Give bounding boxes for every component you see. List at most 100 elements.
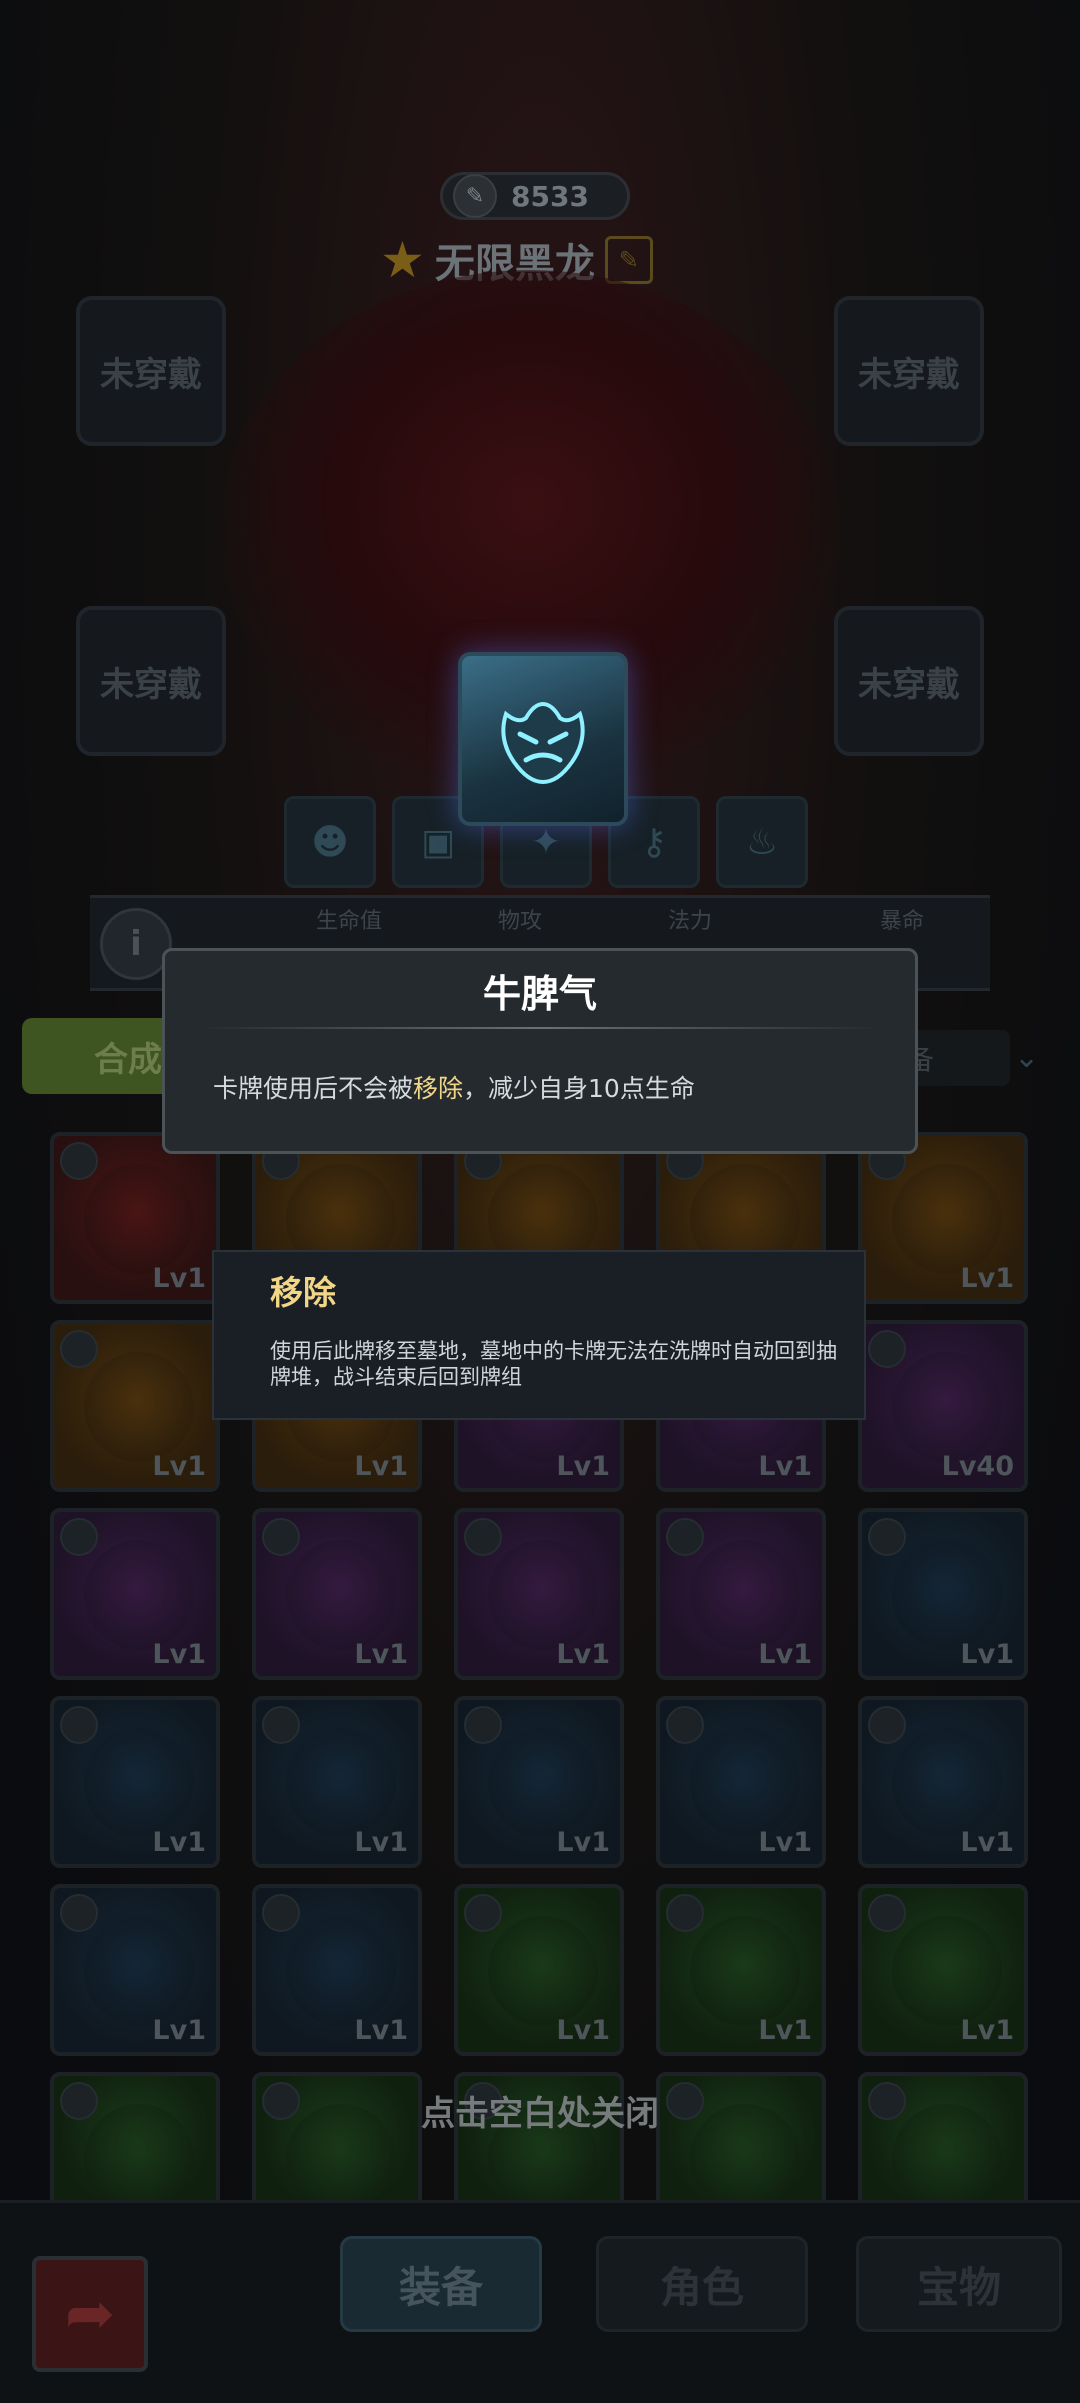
inventory-item[interactable]: Lv1: [656, 1696, 826, 1868]
item-level: Lv1: [758, 1827, 812, 1858]
desc-keyword[interactable]: 移除: [413, 1074, 463, 1103]
item-type-icon: [60, 1706, 98, 1744]
skill-icon-demon[interactable]: ☻: [284, 796, 376, 888]
skill-icon-lamp[interactable]: ♨: [716, 796, 808, 888]
card-tooltip: 牛脾气 卡牌使用后不会被移除，减少自身10点生命: [162, 948, 918, 1154]
item-art-icon: [84, 1540, 194, 1650]
tab-treasure[interactable]: 宝物: [856, 2236, 1062, 2332]
desc-text-2: ，减少自身10点生命: [463, 1074, 695, 1103]
item-level: Lv1: [758, 2015, 812, 2046]
item-level: Lv1: [354, 1827, 408, 1858]
item-level: Lv1: [152, 1263, 206, 1294]
stat-crit-label: 暴命: [880, 909, 925, 934]
item-art-icon: [286, 1916, 396, 2026]
quill-icon: ✎: [453, 174, 497, 218]
item-type-icon: [60, 1330, 98, 1368]
item-level: Lv1: [960, 1827, 1014, 1858]
item-art-icon: [892, 1540, 1002, 1650]
item-type-icon: [60, 1142, 98, 1180]
slot-label: 未穿戴: [100, 354, 202, 395]
item-level: Lv1: [152, 1451, 206, 1482]
tooltip-title: 牛脾气: [482, 972, 597, 1016]
stat-atk-label: 物攻: [498, 909, 543, 934]
slot-label: 未穿戴: [858, 354, 960, 395]
chevron-down-icon[interactable]: ⌄: [1014, 1040, 1039, 1075]
item-level: Lv1: [556, 2015, 610, 2046]
item-type-icon: [464, 1706, 502, 1744]
edit-name-button[interactable]: ✎: [604, 236, 653, 284]
item-type-icon: [60, 1518, 98, 1556]
item-level: Lv1: [960, 1639, 1014, 1670]
inventory-item[interactable]: Lv1: [858, 1884, 1028, 2056]
tooltip-description: 卡牌使用后不会被移除，减少自身10点生命: [213, 1069, 695, 1105]
slot-label: 未穿戴: [858, 664, 960, 705]
item-level: Lv1: [556, 1451, 610, 1482]
equip-slot-bottom-left[interactable]: 未穿戴: [76, 606, 226, 756]
item-art-icon: [690, 1728, 800, 1838]
item-art-icon: [84, 1728, 194, 1838]
inventory-item[interactable]: Lv1: [454, 1508, 624, 1680]
equip-slot-top-right[interactable]: 未穿戴: [834, 296, 984, 446]
item-type-icon: [868, 1330, 906, 1368]
item-art-icon: [488, 1728, 598, 1838]
item-type-icon: [666, 1706, 704, 1744]
item-type-icon: [464, 1894, 502, 1932]
inventory-item[interactable]: Lv1: [656, 1884, 826, 2056]
star-icon: ★: [380, 231, 425, 289]
inventory-item[interactable]: Lv1: [50, 1132, 220, 1304]
item-level: Lv1: [960, 2015, 1014, 2046]
stat-mana-label: 法力: [668, 909, 713, 934]
power-value: 8533: [511, 179, 589, 213]
inventory-item[interactable]: Lv1: [50, 1696, 220, 1868]
inventory-item[interactable]: Lv1: [454, 1696, 624, 1868]
inventory-item[interactable]: Lv40: [858, 1320, 1028, 1492]
inventory-item[interactable]: Lv1: [50, 1884, 220, 2056]
item-level: Lv1: [354, 1451, 408, 1482]
item-art-icon: [892, 1164, 1002, 1274]
item-type-icon: [868, 1894, 906, 1932]
item-art-icon: [488, 1916, 598, 2026]
item-type-icon: [868, 1518, 906, 1556]
back-button[interactable]: ➦: [32, 2256, 148, 2372]
item-art-icon: [892, 1728, 1002, 1838]
inventory-item[interactable]: Lv1: [858, 1508, 1028, 1680]
item-type-icon: [60, 1894, 98, 1932]
angry-mask-icon: [501, 701, 585, 785]
tooltip-divider: [199, 1027, 881, 1029]
inventory-item[interactable]: Lv1: [656, 1508, 826, 1680]
inventory-item[interactable]: Lv1: [252, 1696, 422, 1868]
slot-label: 未穿戴: [100, 664, 202, 705]
inventory-item[interactable]: Lv1: [252, 1884, 422, 2056]
item-art-icon: [84, 1164, 194, 1274]
desc-text-1: 卡牌使用后不会被: [213, 1074, 414, 1103]
item-level: Lv1: [758, 1451, 812, 1482]
equip-slot-top-left[interactable]: 未穿戴: [76, 296, 226, 446]
keyword-tooltip: 移除 使用后此牌移至墓地，墓地中的卡牌无法在洗牌时自动回到抽牌堆，战斗结束后回到…: [212, 1250, 866, 1420]
item-level: Lv1: [354, 1639, 408, 1670]
keyword-title: 移除: [270, 1273, 336, 1312]
item-type-icon: [666, 1894, 704, 1932]
tab-role[interactable]: 角色: [596, 2236, 808, 2332]
inventory-item[interactable]: Lv1: [858, 1132, 1028, 1304]
inventory-item[interactable]: Lv1: [454, 1884, 624, 2056]
inventory-item[interactable]: Lv1: [858, 1696, 1028, 1868]
item-type-icon: [666, 1518, 704, 1556]
inventory-item[interactable]: Lv1: [252, 1508, 422, 1680]
stat-hp-label: 生命值: [316, 909, 383, 934]
item-art-icon: [286, 1540, 396, 1650]
equip-slot-bottom-right[interactable]: 未穿戴: [834, 606, 984, 756]
inventory-item[interactable]: Lv1: [50, 1320, 220, 1492]
item-level: Lv1: [152, 2015, 206, 2046]
item-type-icon: [262, 1894, 300, 1932]
item-level: Lv40: [941, 1451, 1014, 1482]
tab-equipment[interactable]: 装备: [340, 2236, 542, 2332]
item-art-icon: [84, 1352, 194, 1462]
item-level: Lv1: [758, 1639, 812, 1670]
item-art-icon: [84, 1916, 194, 2026]
item-type-icon: [262, 1518, 300, 1556]
item-level: Lv1: [152, 1827, 206, 1858]
item-level: Lv1: [960, 1263, 1014, 1294]
inventory-item[interactable]: Lv1: [50, 1508, 220, 1680]
power-display: ✎ 8533: [440, 172, 630, 220]
keyword-description: 使用后此牌移至墓地，墓地中的卡牌无法在洗牌时自动回到抽牌堆，战斗结束后回到牌组: [270, 1339, 837, 1389]
